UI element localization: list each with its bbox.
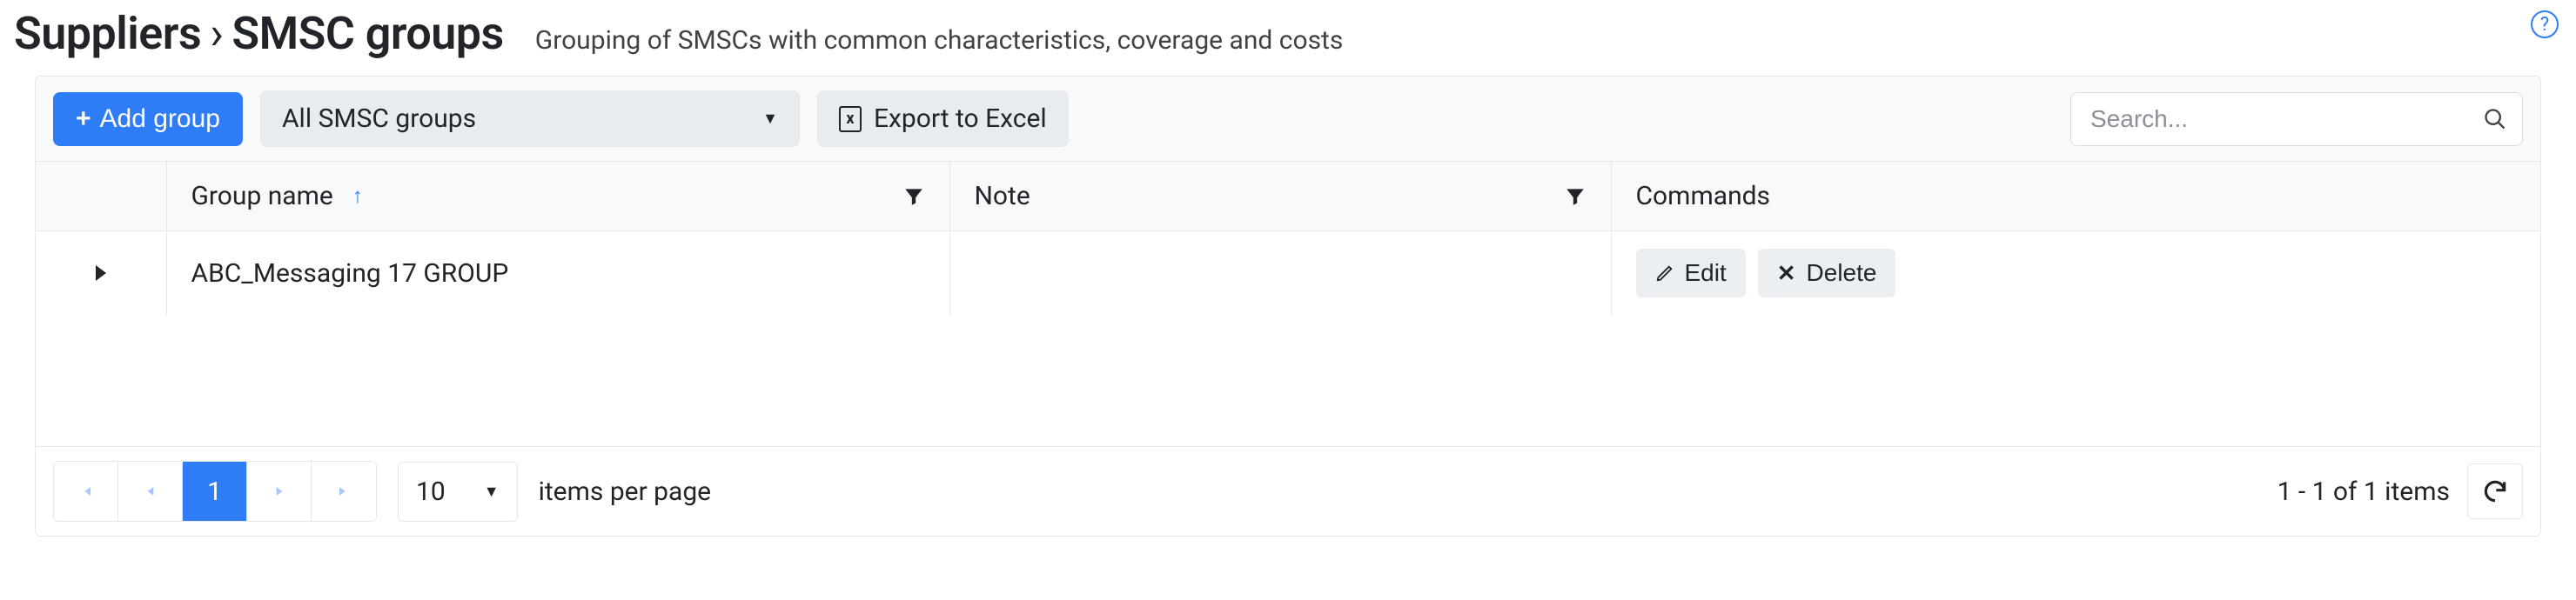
pager-page-1[interactable]: 1 <box>183 462 247 521</box>
next-page-icon <box>271 483 288 500</box>
delete-label: Delete <box>1807 259 1877 287</box>
close-icon: ✕ <box>1777 262 1796 284</box>
page-size-value: 10 <box>416 477 446 507</box>
pager-summary: 1 - 1 of 1 items <box>2277 477 2450 507</box>
pager-nav: 1 <box>53 461 377 522</box>
table-row: ABC_Messaging 17 GROUP Edit ✕ <box>36 231 2540 316</box>
edit-button[interactable]: Edit <box>1636 249 1746 297</box>
breadcrumb: Suppliers › SMSC groups <box>14 7 504 60</box>
help-icon[interactable]: ? <box>2531 10 2559 38</box>
grid-whitespace <box>36 316 2540 446</box>
caret-down-icon: ▼ <box>484 483 500 501</box>
filter-icon[interactable] <box>902 185 925 208</box>
row-actions: Edit ✕ Delete <box>1636 249 2517 297</box>
first-page-icon <box>77 483 95 500</box>
delete-button[interactable]: ✕ Delete <box>1758 249 1896 297</box>
pager: 1 10 ▼ items per page 1 - 1 of 1 items <box>36 446 2540 536</box>
pager-last-button[interactable] <box>312 462 376 521</box>
page-subtitle: Grouping of SMSCs with common characteri… <box>535 25 1344 56</box>
sort-asc-icon[interactable]: ↑ <box>352 183 363 209</box>
export-label: Export to Excel <box>874 103 1047 134</box>
cell-note <box>949 231 1611 316</box>
main-panel: + Add group All SMSC groups ▼ x Export t… <box>35 76 2541 537</box>
column-commands: Commands <box>1611 162 2540 231</box>
prev-page-icon <box>142 483 159 500</box>
last-page-icon <box>335 483 352 500</box>
cell-group-name: ABC_Messaging 17 GROUP <box>166 231 949 316</box>
column-group-name[interactable]: Group name ↑ <box>166 162 949 231</box>
add-group-button[interactable]: + Add group <box>53 92 243 146</box>
column-commands-label: Commands <box>1636 181 1771 211</box>
caret-down-icon: ▼ <box>762 110 778 128</box>
breadcrumb-parent[interactable]: Suppliers <box>14 7 201 60</box>
plus-icon: + <box>76 106 91 132</box>
page-header: Suppliers › SMSC groups Grouping of SMSC… <box>14 0 2562 76</box>
page-size-dropdown[interactable]: 10 ▼ <box>398 462 518 522</box>
filter-icon[interactable] <box>1564 185 1587 208</box>
refresh-icon <box>2481 477 2509 505</box>
add-group-label: Add group <box>100 104 220 134</box>
search-input[interactable] <box>2070 92 2523 146</box>
pager-first-button[interactable] <box>54 462 118 521</box>
search-icon[interactable] <box>2483 107 2507 131</box>
pager-next-button[interactable] <box>247 462 312 521</box>
search-wrap <box>2070 92 2523 146</box>
group-filter-selected: All SMSC groups <box>282 103 476 134</box>
column-expander <box>36 162 166 231</box>
edit-label: Edit <box>1685 259 1727 287</box>
expand-row-icon[interactable] <box>96 265 106 281</box>
toolbar: + Add group All SMSC groups ▼ x Export t… <box>36 77 2540 162</box>
pager-prev-button[interactable] <box>118 462 183 521</box>
group-filter-dropdown[interactable]: All SMSC groups ▼ <box>260 90 800 147</box>
chevron-right-icon: › <box>210 7 223 60</box>
refresh-button[interactable] <box>2467 463 2523 519</box>
column-group-name-label: Group name <box>191 181 333 211</box>
excel-icon: x <box>839 106 862 132</box>
column-note-label: Note <box>975 181 1030 211</box>
breadcrumb-current: SMSC groups <box>231 7 503 60</box>
pencil-icon <box>1655 263 1674 283</box>
data-grid: Group name ↑ Note <box>36 162 2540 446</box>
column-note[interactable]: Note <box>949 162 1611 231</box>
export-to-excel-button[interactable]: x Export to Excel <box>817 90 1069 147</box>
items-per-page-label: items per page <box>539 477 712 507</box>
